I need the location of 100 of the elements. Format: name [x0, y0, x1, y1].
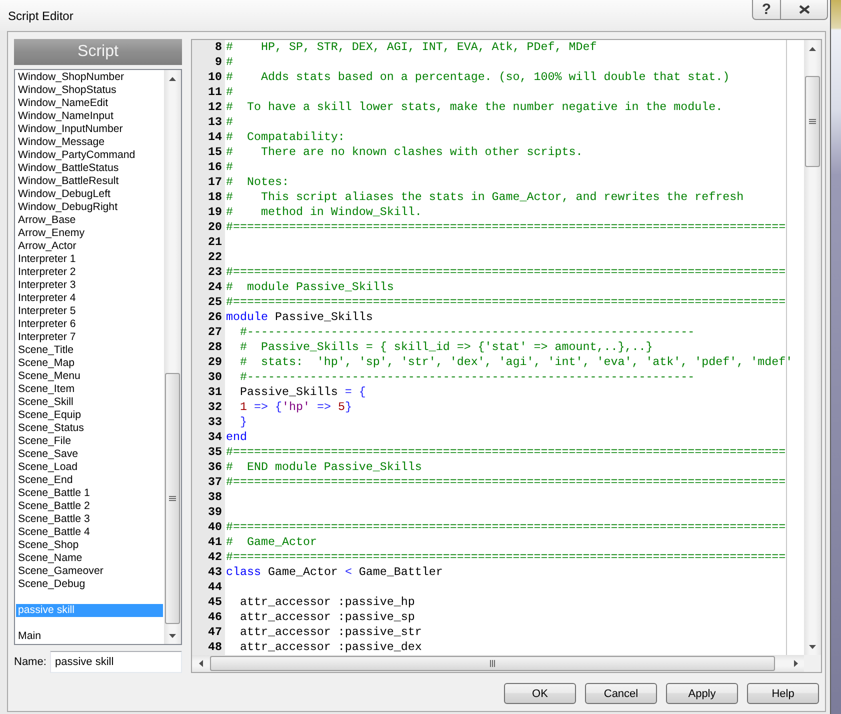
- help-button[interactable]: Help: [747, 683, 819, 704]
- list-item[interactable]: Arrow_Actor: [16, 240, 163, 253]
- line-number: 43: [192, 565, 225, 580]
- down-arrow-icon[interactable]: [169, 634, 176, 638]
- script-list[interactable]: [14, 69, 182, 645]
- list-item[interactable]: Window_InputNumber: [16, 123, 163, 136]
- left-arrow-icon[interactable]: [198, 660, 202, 667]
- list-item[interactable]: Window_Message: [16, 136, 163, 149]
- code-line: #----------------------------------------------------------------: [240, 370, 695, 385]
- list-item[interactable]: Scene_File: [16, 435, 163, 448]
- window-title: Script Editor: [8, 9, 74, 24]
- list-item[interactable]: Interpreter 7: [16, 331, 163, 344]
- name-field[interactable]: passive skill: [50, 651, 182, 673]
- list-item[interactable]: Scene_End: [16, 474, 163, 487]
- list-item[interactable]: Interpreter 1: [16, 253, 163, 266]
- scrollbar-thumb[interactable]: [210, 656, 775, 671]
- list-item[interactable]: Interpreter 4: [16, 292, 163, 305]
- up-arrow-icon[interactable]: [809, 46, 816, 50]
- line-number: 46: [192, 610, 225, 625]
- list-item[interactable]: Scene_Shop: [16, 539, 163, 552]
- code-line: # There are no known clashes with other scripts.: [226, 145, 583, 160]
- line-number: 48: [192, 640, 225, 655]
- list-item[interactable]: Interpreter 3: [16, 279, 163, 292]
- list-item[interactable]: Window_NameInput: [16, 110, 163, 123]
- code-line: attr_accessor :passive_str: [240, 625, 422, 640]
- line-number: 20: [192, 220, 225, 235]
- line-number: 24: [192, 280, 225, 295]
- code-line: #===============================================================================: [226, 550, 786, 565]
- line-number: 18: [192, 190, 225, 205]
- code-line: 1 => {'hp' => 5}: [240, 400, 352, 415]
- close-icon[interactable]: [798, 5, 810, 14]
- list-item[interactable]: Scene_Status: [16, 422, 163, 435]
- line-number: 25: [192, 295, 225, 310]
- code-line: # To have a skill lower stats, make the number negative in the module.: [226, 100, 723, 115]
- horizontal-scrollbar[interactable]: [192, 655, 804, 672]
- close-button[interactable]: [781, 0, 828, 20]
- line-number: 28: [192, 340, 225, 355]
- code-line: class Game_Actor < Game_Battler: [226, 565, 443, 580]
- line-number: 13: [192, 115, 225, 130]
- grip-icon: [809, 118, 816, 124]
- scrollbar-thumb[interactable]: [805, 76, 820, 167]
- list-item[interactable]: Window_BattleStatus: [16, 162, 163, 175]
- vertical-scrollbar[interactable]: [164, 70, 181, 644]
- panel-header: Script: [14, 39, 182, 65]
- list-item[interactable]: Scene_Battle 4: [16, 526, 163, 539]
- list-item[interactable]: Interpreter 6: [16, 318, 163, 331]
- list-item[interactable]: Scene_Map: [16, 357, 163, 370]
- list-item[interactable]: Window_ShopStatus: [16, 84, 163, 97]
- code-line: # method in Window_Skill.: [226, 205, 422, 220]
- code-line: # Game_Actor: [226, 535, 317, 550]
- list-item[interactable]: Window_ShopNumber: [16, 71, 163, 84]
- code-line: #: [226, 115, 233, 130]
- list-item[interactable]: Window_PartyCommand: [16, 149, 163, 162]
- line-number: 37: [192, 475, 225, 490]
- line-number: 42: [192, 550, 225, 565]
- list-item[interactable]: Window_DebugLeft: [16, 188, 163, 201]
- list-item[interactable]: Scene_Menu: [16, 370, 163, 383]
- line-number: 8: [192, 40, 225, 55]
- line-number: 11: [192, 85, 225, 100]
- right-arrow-icon[interactable]: [794, 660, 798, 667]
- list-item[interactable]: Scene_Save: [16, 448, 163, 461]
- list-item[interactable]: Window_BattleResult: [16, 175, 163, 188]
- list-item[interactable]: Scene_Debug: [16, 578, 163, 591]
- list-item[interactable]: Window_DebugRight: [16, 201, 163, 214]
- list-item[interactable]: Window_NameEdit: [16, 97, 163, 110]
- list-item[interactable]: Scene_Equip: [16, 409, 163, 422]
- code-line: attr_accessor :passive_hp: [240, 595, 415, 610]
- list-item[interactable]: Scene_Battle 1: [16, 487, 163, 500]
- ok-button[interactable]: OK: [504, 683, 576, 704]
- context-help-button[interactable]: ?: [752, 0, 781, 20]
- list-item[interactable]: Scene_Battle 3: [16, 513, 163, 526]
- line-number: 40: [192, 520, 225, 535]
- down-arrow-icon[interactable]: [809, 644, 816, 648]
- vertical-scrollbar[interactable]: [804, 40, 821, 655]
- code-line: # Adds stats based on a percentage. (so, 100% will double that stat.): [226, 70, 730, 85]
- list-item[interactable]: Interpreter 5: [16, 305, 163, 318]
- list-item[interactable]: Arrow_Enemy: [16, 227, 163, 240]
- line-number: 9: [192, 55, 225, 70]
- scrollbar-thumb[interactable]: [165, 373, 180, 624]
- list-item[interactable]: Main: [16, 630, 163, 643]
- code-line: # END module Passive_Skills: [226, 460, 422, 475]
- list-item[interactable]: Scene_Item: [16, 383, 163, 396]
- list-item[interactable]: Scene_Name: [16, 552, 163, 565]
- list-item[interactable]: Scene_Battle 2: [16, 500, 163, 513]
- list-item[interactable]: Arrow_Base: [16, 214, 163, 227]
- grip-icon: [490, 660, 496, 667]
- list-item[interactable]: Scene_Gameover: [16, 565, 163, 578]
- cancel-button[interactable]: Cancel: [585, 683, 657, 704]
- list-item[interactable]: Scene_Title: [16, 344, 163, 357]
- list-item[interactable]: Scene_Load: [16, 461, 163, 474]
- code-line: #===============================================================================: [226, 220, 786, 235]
- line-number: 31: [192, 385, 225, 400]
- line-number: 35: [192, 445, 225, 460]
- apply-button[interactable]: Apply: [666, 683, 738, 704]
- line-number: 16: [192, 160, 225, 175]
- field-label: Name:: [14, 656, 48, 668]
- up-arrow-icon[interactable]: [169, 76, 176, 80]
- list-item[interactable]: Scene_Skill: [16, 396, 163, 409]
- list-item[interactable]: Interpreter 2: [16, 266, 163, 279]
- line-number: 21: [192, 235, 225, 250]
